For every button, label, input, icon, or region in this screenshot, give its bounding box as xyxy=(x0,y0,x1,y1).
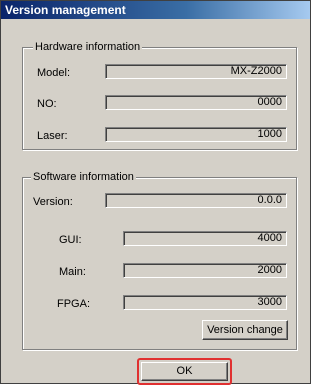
version-change-button[interactable]: Version change xyxy=(202,320,288,340)
window-title: Version management xyxy=(1,1,310,19)
version-management-dialog: Version management Hardware information … xyxy=(0,0,311,385)
main-label: Main: xyxy=(59,266,86,278)
model-label: Model: xyxy=(37,67,71,79)
model-field: MX-Z2000 xyxy=(105,64,287,79)
fpga-label: FPGA: xyxy=(57,298,91,310)
laser-label: Laser: xyxy=(37,130,68,142)
no-field: 0000 xyxy=(105,95,287,110)
laser-field: 1000 xyxy=(105,127,287,142)
main-field: 2000 xyxy=(123,263,287,278)
gui-field: 4000 xyxy=(123,231,287,246)
ok-button[interactable]: OK xyxy=(141,362,228,381)
hardware-info-legend: Hardware information xyxy=(33,40,143,54)
version-label: Version: xyxy=(33,196,73,208)
software-info-legend: Software information xyxy=(31,170,136,184)
gui-label: GUI: xyxy=(59,234,82,246)
no-label: NO: xyxy=(37,98,57,110)
version-field: 0.0.0 xyxy=(105,193,287,208)
fpga-field: 3000 xyxy=(123,295,287,310)
